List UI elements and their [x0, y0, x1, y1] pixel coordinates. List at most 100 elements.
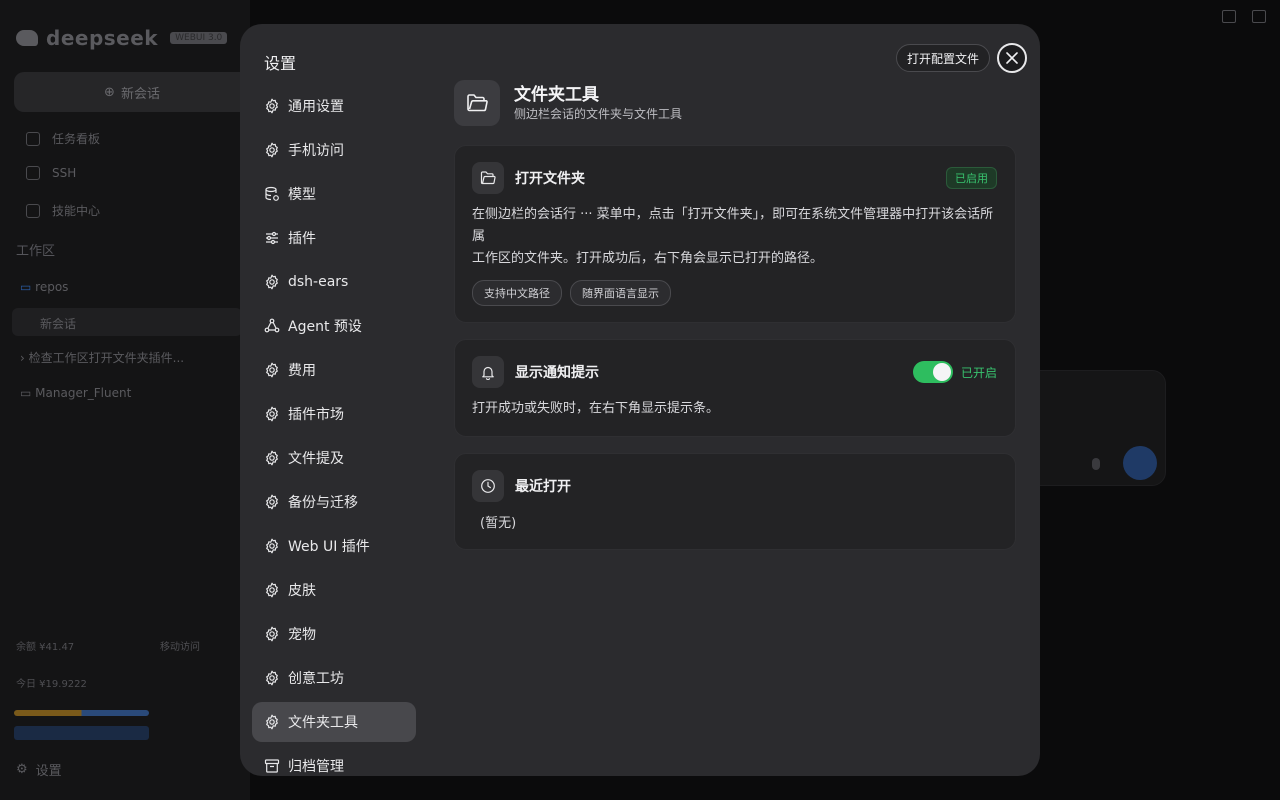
window-controls	[1222, 10, 1266, 23]
gear-icon: ⚙	[16, 762, 28, 777]
section-title: 文件夹工具	[514, 85, 599, 105]
archive-icon	[264, 758, 280, 774]
toggle-knob	[932, 363, 951, 381]
tree-item-manager[interactable]: ▭ Manager_Fluent	[20, 386, 131, 400]
tree-item-new-chat[interactable]: 新会话	[12, 308, 242, 336]
nav-item-4[interactable]: dsh-ears	[252, 262, 416, 302]
database-gear-icon	[264, 186, 280, 202]
nav-item-8[interactable]: 文件提及	[252, 438, 416, 478]
balance-value: 余额 ¥41.47	[16, 642, 75, 653]
tree-label: 检查工作区打开文件夹插件...	[28, 351, 185, 365]
nav-item-label: 费用	[288, 363, 316, 379]
tree-label: 新会话	[40, 317, 77, 331]
layout-icon[interactable]	[1222, 10, 1236, 23]
nav-item-label: 插件	[288, 231, 316, 247]
logo-text: deepseek	[46, 26, 159, 50]
feature-tags: 支持中文路径 随界面语言显示	[472, 280, 997, 306]
panel-icon[interactable]	[1252, 10, 1266, 23]
bg-nav-label: 技能中心	[52, 204, 101, 218]
nav-item-label: 模型	[288, 187, 316, 203]
balance-text: 余额 ¥41.47	[16, 638, 74, 653]
bg-nav-skills[interactable]: 技能中心	[26, 202, 100, 219]
notify-toggle[interactable]	[912, 361, 953, 383]
nav-item-13[interactable]: 创意工坊	[252, 658, 416, 698]
gear-icon	[264, 714, 280, 730]
tag-chinese-path: 支持中文路径	[472, 280, 562, 306]
nodes-icon	[264, 318, 280, 334]
nav-item-label: 手机访问	[288, 143, 344, 159]
enabled-badge: 已启用	[946, 167, 997, 189]
bg-nav-task-board[interactable]: 任务看板	[26, 130, 100, 147]
gear-icon	[264, 626, 280, 642]
desc-line-1: 在侧边栏的会话行 ··· 菜单中，点击「打开文件夹」，即可在系统文件管理器中打开…	[472, 207, 994, 244]
new-chat-button[interactable]: ⊕ 新会话	[14, 72, 250, 112]
close-icon	[1006, 52, 1018, 64]
nav-item-label: 文件夹工具	[288, 715, 358, 731]
bg-settings-button[interactable]: ⚙ 设置	[16, 760, 62, 779]
nav-item-14[interactable]: 文件夹工具	[252, 702, 416, 742]
nav-item-label: dsh-ears	[288, 274, 349, 290]
card-title: 显示通知提示	[515, 365, 599, 381]
folder-icon: ▭	[20, 386, 32, 400]
bg-nav-ssh[interactable]: SSH	[26, 166, 76, 180]
card-title: 最近打开	[515, 479, 571, 495]
nav-item-1[interactable]: 手机访问	[252, 130, 416, 170]
gear-icon	[264, 362, 280, 378]
nav-item-0[interactable]: 通用设置	[252, 86, 416, 126]
gear-icon	[264, 582, 280, 598]
today-cost: 今日 ¥19.9222	[16, 679, 87, 690]
gear-icon	[264, 450, 280, 466]
tree-item-repos[interactable]: ▭ repos	[20, 280, 68, 294]
send-button[interactable]	[1123, 446, 1157, 480]
card-recent: 最近打开 (暂无)	[454, 453, 1016, 550]
folder-open-icon	[454, 80, 500, 126]
bg-nav-label: SSH	[52, 166, 77, 180]
nav-item-12[interactable]: 宠物	[252, 614, 416, 654]
nav-item-5[interactable]: Agent 预设	[252, 306, 416, 346]
toggle-status: 已开启	[960, 365, 997, 380]
close-button[interactable]	[997, 43, 1027, 73]
settings-label: 设置	[35, 764, 62, 779]
nav-item-10[interactable]: Web UI 插件	[252, 526, 416, 566]
nav-item-6[interactable]: 费用	[252, 350, 416, 390]
gear-icon	[264, 98, 280, 114]
nav-item-9[interactable]: 备份与迁移	[252, 482, 416, 522]
sliders-icon	[264, 230, 280, 246]
gear-icon	[264, 538, 280, 554]
card-title: 打开文件夹	[515, 171, 585, 187]
mobile-access[interactable]: 移动访问	[160, 638, 200, 653]
nav-item-7[interactable]: 插件市场	[252, 394, 416, 434]
version-badge: WEBUI 3.0	[170, 32, 228, 44]
terminal-icon	[26, 166, 40, 180]
modal-title: 设置	[264, 54, 297, 73]
nav-item-label: 插件市场	[288, 407, 344, 423]
tree-label: repos	[35, 280, 69, 294]
plus-circle-icon: ⊕	[104, 84, 115, 100]
folder-icon	[472, 162, 504, 194]
gear-icon	[264, 274, 280, 290]
recent-empty-text: (暂无)	[480, 516, 517, 531]
gear-icon	[264, 494, 280, 510]
nav-item-2[interactable]: 模型	[252, 174, 416, 214]
background-sidebar: deepseek WEBUI 3.0 ⊕ 新会话 任务看板 SSH 技能中心 工…	[0, 0, 250, 800]
nav-item-15[interactable]: 归档管理	[252, 746, 416, 776]
settings-modal: 设置 打开配置文件 通用设置手机访问模型插件 dsh-ears Agent 预设 费用…	[240, 24, 1040, 776]
tag-ui-language: 随界面语言显示	[570, 280, 671, 306]
bell-icon	[472, 356, 504, 388]
tree-item-check[interactable]: › 检查工作区打开文件夹插件...	[20, 349, 184, 366]
nav-item-11[interactable]: 皮肤	[252, 570, 416, 610]
bg-nav-label: 任务看板	[52, 132, 101, 146]
card-notify: 显示通知提示 已开启 打开成功或失败时，在右下角显示提示条。	[454, 339, 1016, 437]
nav-item-label: Agent 预设	[288, 319, 362, 335]
card-open-folder: 打开文件夹 已启用 在侧边栏的会话行 ··· 菜单中，点击「打开文件夹」，即可在…	[454, 145, 1016, 323]
whale-logo-icon	[16, 30, 38, 46]
tree-label: Manager_Fluent	[35, 386, 132, 400]
section-header: 文件夹工具 侧边栏会话的文件夹与文件工具	[454, 80, 1016, 126]
usage-chip	[14, 726, 149, 740]
folder-icon: ▭	[20, 280, 32, 294]
mic-icon[interactable]	[1092, 458, 1100, 470]
usage-bar	[14, 710, 149, 716]
nav-item-3[interactable]: 插件	[252, 218, 416, 258]
open-config-button[interactable]: 打开配置文件	[896, 44, 991, 72]
nav-item-label: Web UI 插件	[288, 539, 370, 555]
